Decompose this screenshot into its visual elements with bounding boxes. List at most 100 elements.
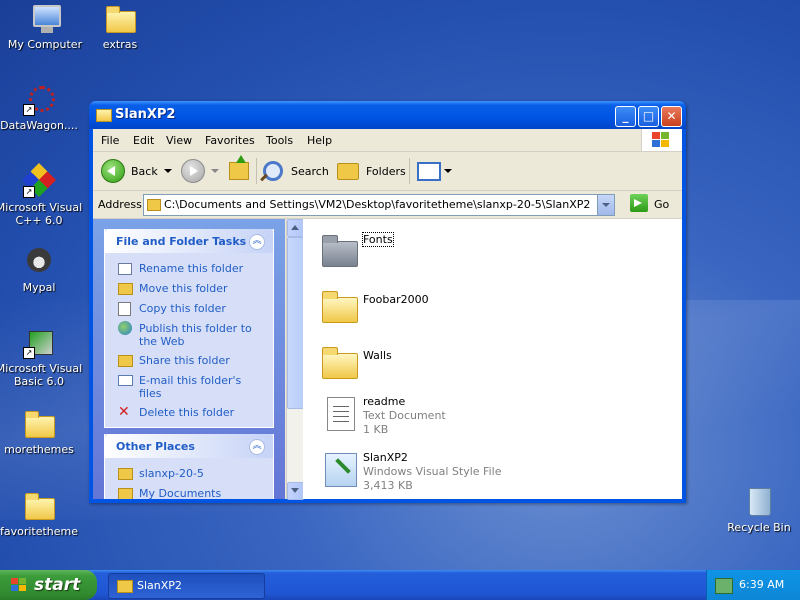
task-rename-folder[interactable]: Rename this folder — [105, 259, 273, 279]
menu-favorites[interactable]: Favorites — [205, 134, 255, 147]
window-titlebar[interactable]: SlanXP2 _ □ ✕ — [89, 101, 686, 129]
collapse-chevron-icon[interactable]: ︽ — [249, 234, 265, 250]
desktop-icon-label: DataWagon.... — [0, 119, 78, 132]
shortcut-arrow-icon: ↗ — [23, 186, 35, 198]
mypal-icon — [27, 248, 51, 272]
folder-icon — [106, 6, 136, 33]
search-button[interactable]: Search — [260, 157, 329, 185]
place-label: My Documents — [139, 487, 222, 499]
desktop-icon-extras[interactable]: extras — [75, 3, 165, 51]
file-item-slanxp2[interactable]: SlanXP2 Windows Visual Style File 3,413 … — [313, 447, 673, 495]
desktop-icon-visual-basic[interactable]: ↗ Microsoft Visual Basic 6.0 — [0, 327, 84, 388]
up-folder-icon — [229, 155, 249, 180]
system-tray: 6:39 AM — [706, 570, 800, 600]
folders-label: Folders — [366, 164, 406, 178]
task-pane: File and Folder Tasks ︽ Rename this fold… — [93, 219, 285, 499]
file-size: 3,413 KB — [363, 479, 413, 492]
desktop-icon-label: favoritetheme — [0, 525, 79, 538]
menu-tools[interactable]: Tools — [266, 134, 293, 147]
up-folder-button[interactable] — [229, 155, 249, 185]
menu-edit[interactable]: Edit — [133, 134, 154, 147]
desktop-icon-visual-cpp[interactable]: ↗ Microsoft Visual C++ 6.0 — [0, 163, 84, 227]
copy-icon — [118, 302, 131, 316]
task-email-files[interactable]: E-mail this folder's files — [105, 371, 273, 403]
desktop-icon-label: Recycle Bin — [727, 521, 791, 534]
task-delete-folder[interactable]: ✕ Delete this folder — [105, 403, 273, 423]
maximize-button[interactable]: □ — [638, 106, 659, 127]
panel-header[interactable]: File and Folder Tasks ︽ — [105, 229, 273, 253]
visual-style-file-icon — [325, 453, 357, 487]
back-button[interactable]: Back — [101, 157, 172, 185]
address-bar: Address C:\Documents and Settings\VM2\De… — [93, 191, 682, 219]
clock[interactable]: 6:39 AM — [739, 578, 784, 591]
place-slanxp-20-5[interactable]: slanxp-20-5 — [105, 464, 273, 484]
place-my-documents[interactable]: My Documents — [105, 484, 273, 499]
address-dropdown-button[interactable] — [597, 195, 614, 215]
desktop-icon-morethemes[interactable]: morethemes — [0, 408, 84, 456]
panel-header[interactable]: Other Places ︽ — [105, 434, 273, 458]
task-publish-web[interactable]: Publish this folder to the Web — [105, 319, 273, 351]
file-item-foobar2000[interactable]: Foobar2000 — [313, 283, 673, 331]
windows-logo — [641, 129, 682, 151]
panel-title: Other Places — [116, 440, 195, 453]
desktop-icon-recycle-bin[interactable]: Recycle Bin — [714, 486, 800, 534]
fonts-folder-icon — [322, 235, 358, 267]
go-arrow-icon[interactable] — [630, 194, 648, 212]
start-button[interactable]: start — [0, 570, 97, 600]
folder-icon — [96, 109, 112, 122]
file-type: Text Document — [363, 409, 446, 422]
folder-icon — [25, 493, 55, 520]
task-copy-folder[interactable]: Copy this folder — [105, 299, 273, 319]
windows-flag-icon — [11, 578, 27, 592]
task-label: Share this folder — [139, 354, 230, 367]
forward-button[interactable] — [181, 157, 219, 185]
file-list: Fonts Foobar2000 Walls readme Text Docum… — [303, 219, 682, 499]
publish-web-icon — [118, 321, 132, 335]
file-item-fonts[interactable]: Fonts — [313, 227, 673, 275]
task-label: Copy this folder — [139, 302, 226, 315]
task-label: E-mail this folder's files — [139, 374, 242, 400]
desktop-icon-mypal[interactable]: Mypal — [0, 246, 84, 294]
file-type: Windows Visual Style File — [363, 465, 502, 478]
task-move-folder[interactable]: Move this folder — [105, 279, 273, 299]
scroll-up-button[interactable] — [287, 219, 304, 237]
menu-view[interactable]: View — [166, 134, 192, 147]
address-label: Address — [98, 198, 142, 211]
views-button[interactable] — [417, 157, 452, 185]
folders-button[interactable]: Folders — [337, 157, 406, 185]
scroll-down-button[interactable] — [287, 482, 304, 500]
desktop-icon-datawagon[interactable]: ↗ DataWagon.... — [0, 84, 84, 132]
desktop-icon-label: morethemes — [4, 443, 74, 456]
shortcut-arrow-icon: ↗ — [23, 104, 35, 116]
go-button[interactable]: Go — [654, 198, 669, 211]
task-label: Rename this folder — [139, 262, 244, 275]
address-input[interactable]: C:\Documents and Settings\VM2\Desktop\fa… — [143, 194, 615, 216]
chevron-down-icon — [444, 169, 452, 173]
file-name: SlanXP2 — [363, 451, 408, 464]
collapse-chevron-icon[interactable]: ︽ — [249, 439, 265, 455]
desktop-icon-label: Microsoft Visual C++ 6.0 — [0, 201, 83, 227]
menu-file[interactable]: File — [101, 134, 119, 147]
address-value: C:\Documents and Settings\VM2\Desktop\fa… — [164, 198, 591, 211]
minimize-button[interactable]: _ — [615, 106, 636, 127]
scroll-thumb[interactable] — [287, 237, 304, 409]
file-item-readme[interactable]: readme Text Document 1 KB — [313, 391, 673, 439]
file-size: 1 KB — [363, 423, 389, 436]
task-pane-scrollbar[interactable] — [286, 219, 304, 500]
taskbar-window-button[interactable]: SlanXP2 — [108, 573, 265, 599]
delete-icon: ✕ — [118, 404, 130, 420]
folder-icon — [322, 347, 358, 379]
toolbar-separator — [256, 158, 257, 184]
search-icon — [260, 161, 283, 182]
task-share-folder[interactable]: Share this folder — [105, 351, 273, 371]
window-title: SlanXP2 — [115, 107, 176, 122]
menu-help[interactable]: Help — [307, 134, 332, 147]
recycle-bin-icon — [749, 488, 771, 516]
close-button[interactable]: ✕ — [661, 106, 682, 127]
desktop-icon-favoritetheme[interactable]: favoritetheme — [0, 490, 84, 538]
tray-network-icon[interactable] — [715, 578, 733, 594]
window-client: File Edit View Favorites Tools Help Back — [93, 129, 682, 500]
file-folder-tasks-panel: File and Folder Tasks ︽ Rename this fold… — [104, 229, 274, 428]
file-item-walls[interactable]: Walls — [313, 339, 673, 387]
folder-icon — [25, 411, 55, 438]
